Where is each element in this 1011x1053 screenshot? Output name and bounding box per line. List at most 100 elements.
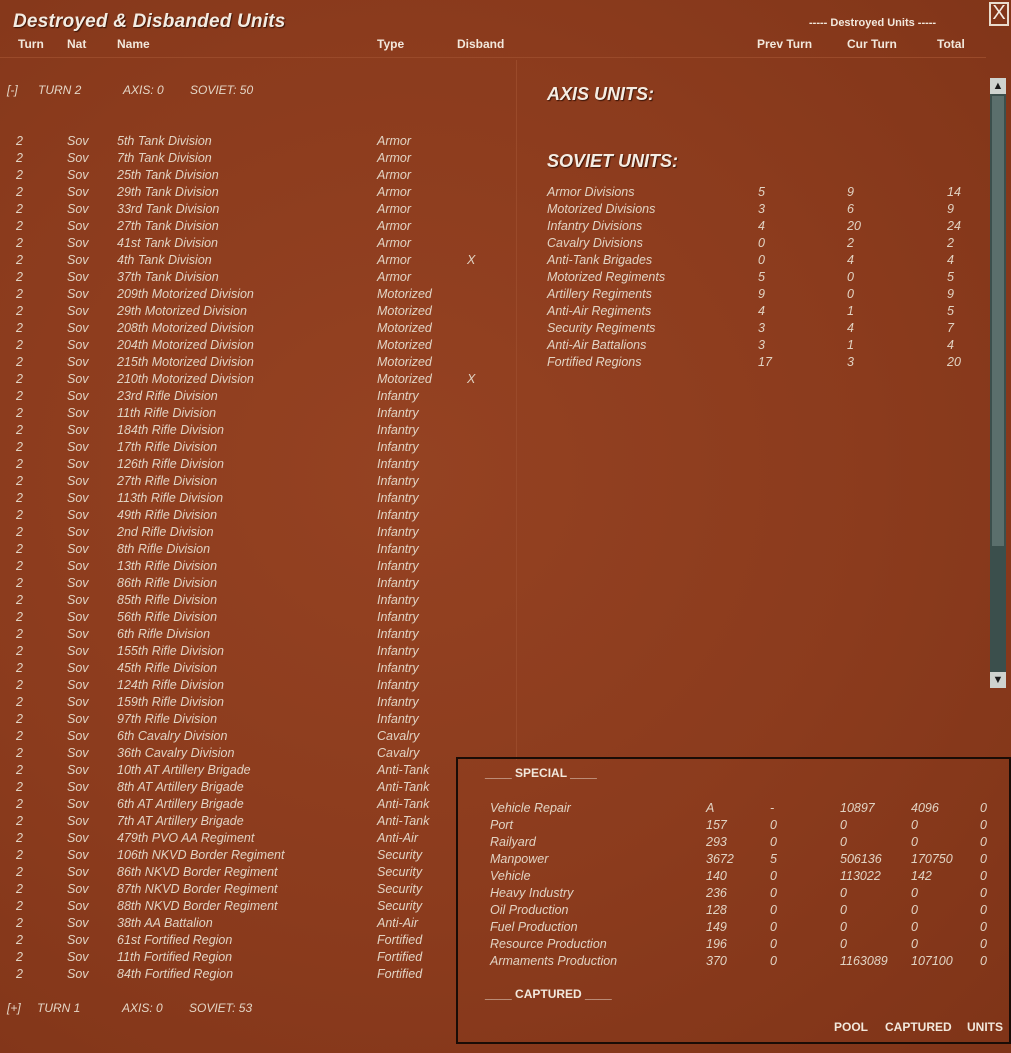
unit-name: 210th Motorized Division (117, 372, 254, 386)
unit-nat: Sov (67, 678, 89, 692)
summary-prev: 0 (758, 253, 765, 267)
unit-turn: 2 (16, 576, 23, 590)
special-val-4: 0 (911, 886, 918, 900)
unit-type: Infantry (377, 593, 419, 607)
unit-nat: Sov (67, 457, 89, 471)
special-val-1: 157 (706, 818, 727, 832)
unit-name: 6th Rifle Division (117, 627, 211, 641)
special-val-5: 0 (980, 835, 987, 849)
summary-cur: 6 (847, 202, 854, 216)
unit-name: 208th Motorized Division (117, 321, 254, 335)
special-val-5: 0 (980, 801, 987, 815)
summary-scrollbar[interactable]: ▲ ▼ (990, 78, 1006, 688)
unit-nat: Sov (67, 168, 89, 182)
unit-name: 87th NKVD Border Regiment (117, 882, 278, 896)
summary-total: 24 (947, 219, 961, 233)
special-val-1: 3672 (706, 852, 734, 866)
unit-type: Cavalry (377, 746, 420, 760)
unit-turn: 2 (16, 236, 23, 250)
special-val-4: 107100 (911, 954, 953, 968)
scroll-down-icon[interactable]: ▼ (990, 672, 1006, 688)
special-val-5: 0 (980, 852, 987, 866)
unit-nat: Sov (67, 134, 89, 148)
col-type-header[interactable]: Type (377, 37, 404, 51)
special-val-3: 1163089 (840, 954, 888, 968)
unit-nat: Sov (67, 406, 89, 420)
col-turn-header[interactable]: Turn (18, 37, 44, 51)
summary-cur: 4 (847, 253, 854, 267)
special-item: Vehicle Repair (490, 801, 571, 815)
unit-nat: Sov (67, 338, 89, 352)
units-button[interactable]: UNITS (967, 1020, 1003, 1034)
unit-name: 106th NKVD Border Regiment (117, 848, 285, 862)
unit-turn: 2 (16, 287, 23, 301)
special-val-2: 0 (770, 869, 777, 883)
special-heading: ____ SPECIAL ____ (485, 766, 597, 780)
special-val-4: 0 (911, 818, 918, 832)
unit-turn: 2 (16, 610, 23, 624)
special-val-2: 5 (770, 852, 777, 866)
unit-name: 5th Tank Division (117, 134, 212, 148)
unit-nat: Sov (67, 321, 89, 335)
summary-category: Armor Divisions (547, 185, 635, 199)
summary-category: Security Regiments (547, 321, 656, 335)
unit-nat: Sov (67, 916, 89, 930)
summary-prev: 0 (758, 236, 765, 250)
col-nat-header[interactable]: Nat (67, 37, 86, 51)
special-val-3: 506136 (840, 852, 882, 866)
summary-category: Motorized Regiments (547, 270, 666, 284)
unit-nat: Sov (67, 202, 89, 216)
special-val-4: 0 (911, 937, 918, 951)
close-icon[interactable]: X (989, 2, 1009, 26)
unit-name: 61st Fortified Region (117, 933, 233, 947)
unit-type: Infantry (377, 457, 419, 471)
unit-nat: Sov (67, 474, 89, 488)
col-disband-header[interactable]: Disband (457, 37, 504, 51)
axis-units-heading: AXIS UNITS: (547, 84, 655, 104)
special-val-2: 0 (770, 954, 777, 968)
unit-nat: Sov (67, 865, 89, 879)
pool-button[interactable]: POOL (834, 1020, 868, 1034)
unit-turn: 2 (16, 797, 23, 811)
unit-nat: Sov (67, 389, 89, 403)
unit-type: Security (377, 865, 423, 879)
turn1-label[interactable]: TURN 1 (37, 1001, 80, 1015)
unit-turn: 2 (16, 406, 23, 420)
col-name-header[interactable]: Name (117, 37, 150, 51)
unit-nat: Sov (67, 610, 89, 624)
unit-turn: 2 (16, 780, 23, 794)
summary-category: Fortified Regions (547, 355, 642, 369)
special-val-3: 0 (840, 835, 847, 849)
unit-type: Infantry (377, 525, 419, 539)
turn-toggle-collapse[interactable]: [-] (7, 83, 18, 97)
scrollbar-thumb[interactable] (992, 96, 1004, 546)
unit-turn: 2 (16, 372, 23, 386)
unit-name: 23rd Rifle Division (117, 389, 218, 403)
unit-turn: 2 (16, 865, 23, 879)
summary-cur: 3 (847, 355, 854, 369)
unit-nat: Sov (67, 559, 89, 573)
special-val-1: 149 (706, 920, 727, 934)
unit-type: Infantry (377, 610, 419, 624)
summary-total: 4 (947, 338, 954, 352)
summary-total: 5 (947, 304, 954, 318)
unit-name: 49th Rifle Division (117, 508, 218, 522)
unit-type: Armor (377, 168, 412, 182)
unit-name: 29th Motorized Division (117, 304, 247, 318)
unit-type: Infantry (377, 627, 419, 641)
turn-toggle-expand[interactable]: [+] (7, 1001, 21, 1015)
unit-name: 37th Tank Division (117, 270, 219, 284)
unit-name: 6th Cavalry Division (117, 729, 228, 743)
unit-nat: Sov (67, 576, 89, 590)
captured-button[interactable]: CAPTURED (885, 1020, 952, 1034)
unit-name: 2nd Rifle Division (117, 525, 214, 539)
special-val-1: 370 (706, 954, 727, 968)
unit-turn: 2 (16, 253, 23, 267)
unit-type: Fortified (377, 950, 423, 964)
summary-category: Anti-Air Regiments (547, 304, 652, 318)
scroll-up-icon[interactable]: ▲ (990, 78, 1006, 94)
summary-cur: 1 (847, 304, 854, 318)
unit-name: 17th Rifle Division (117, 440, 218, 454)
unit-turn: 2 (16, 321, 23, 335)
turn2-label[interactable]: TURN 2 (38, 83, 81, 97)
